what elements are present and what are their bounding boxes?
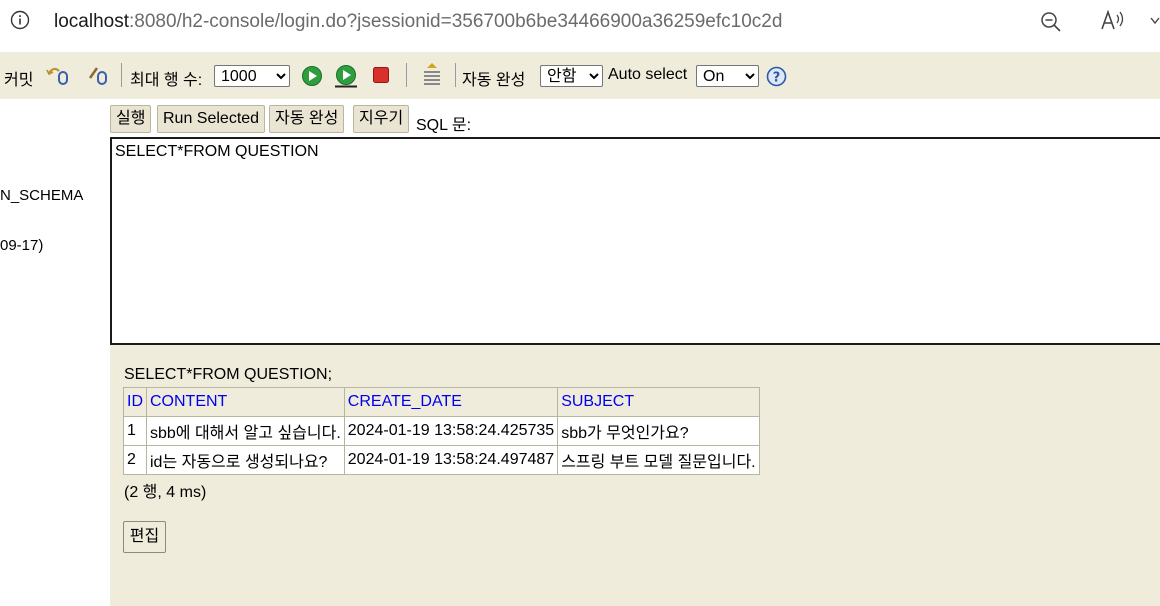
table-header-row: ID CONTENT CREATE_DATE SUBJECT [123, 387, 760, 417]
help-icon[interactable]: ? [766, 66, 787, 87]
url-host: localhost [54, 11, 129, 32]
toolbar-separator [406, 63, 407, 87]
query-toolbar: 실행 Run Selected 자동 완성 지우기 SQL 문: [110, 99, 1160, 137]
edit-button[interactable]: 편집 [123, 521, 166, 553]
commit-label[interactable]: 커밋 [4, 66, 33, 90]
max-rows-select[interactable]: 1000 [214, 65, 290, 87]
sql-editor[interactable]: SELECT*FROM QUESTION [110, 137, 1160, 345]
table-row: 1 sbb에 대해서 알고 싶습니다. 2024-01-19 13:58:24.… [123, 416, 760, 446]
column-header-content[interactable]: CONTENT [146, 387, 345, 417]
column-header-create-date[interactable]: CREATE_DATE [343, 387, 559, 417]
table-cell: 스프링 부트 모델 질문입니다. [557, 445, 760, 475]
toolbar-separator [455, 63, 456, 87]
autocomplete-label: 자동 완성 [462, 72, 526, 89]
autocomplete-select[interactable]: 안함 [540, 65, 603, 87]
address-bar: localhost:8080/h2-console/login.do?jsess… [0, 0, 1160, 44]
run-selected-button[interactable]: Run Selected [157, 105, 266, 133]
table-cell: id는 자동으로 생성되나요? [146, 445, 345, 475]
table-cell: sbb에 대해서 알고 싶습니다. [146, 416, 345, 446]
query-panel: 실행 Run Selected 자동 완성 지우기 SQL 문: SELECT*… [110, 99, 1160, 606]
autoselect-label: Auto select [608, 66, 688, 83]
url-field[interactable]: localhost:8080/h2-console/login.do?jsess… [54, 10, 782, 34]
column-header-id[interactable]: ID [123, 387, 147, 417]
info-icon[interactable] [10, 10, 30, 30]
sql-statement-label: SQL 문: [416, 117, 472, 134]
history-icon[interactable] [421, 62, 443, 90]
tree-item-version: 09-17) [0, 237, 44, 254]
table-cell: 2024-01-19 13:58:24.425735 [343, 416, 559, 446]
max-rows-label: 최대 행 수: [130, 72, 203, 89]
result-count: (2 행, 4 ms) [124, 484, 207, 501]
run-button[interactable]: 실행 [110, 105, 152, 133]
run-selected-icon[interactable] [334, 64, 358, 88]
table-row: 2 id는 자동으로 생성되나요? 2024-01-19 13:58:24.49… [123, 445, 760, 475]
rollback-icon[interactable] [46, 65, 72, 85]
autocomplete-button[interactable]: 자동 완성 [269, 105, 345, 133]
url-path: :8080/h2-console/login.do?jsessionid=356… [129, 11, 783, 32]
read-aloud-icon[interactable] [1100, 9, 1126, 33]
table-cell: 1 [123, 416, 147, 446]
tree-item-schema[interactable]: N_SCHEMA [0, 187, 83, 204]
run-icon[interactable] [301, 65, 323, 87]
table-cell: 2 [123, 445, 147, 475]
zoom-out-icon[interactable] [1040, 11, 1062, 33]
table-cell: 2024-01-19 13:58:24.497487 [343, 445, 559, 475]
autoselect-select[interactable]: On [696, 65, 759, 87]
clear-button[interactable]: 지우기 [353, 105, 410, 133]
object-tree-panel: N_SCHEMA 09-17) [0, 99, 110, 606]
stop-icon[interactable] [372, 66, 390, 84]
toolbar: 커밋 최대 행 수: 1000 자동 완성 안함 Auto select On [0, 52, 1160, 99]
toolbar-separator [121, 63, 122, 87]
table-cell: sbb가 무엇인가요? [557, 416, 760, 446]
column-header-subject[interactable]: SUBJECT [557, 387, 760, 417]
svg-text:?: ? [773, 71, 781, 86]
auto-commit-icon[interactable] [86, 65, 112, 85]
result-query-text: SELECT*FROM QUESTION; [124, 366, 333, 383]
chevron-down-icon[interactable] [1150, 14, 1160, 28]
result-table: ID CONTENT CREATE_DATE SUBJECT 1 sbb에 대해… [123, 387, 760, 475]
